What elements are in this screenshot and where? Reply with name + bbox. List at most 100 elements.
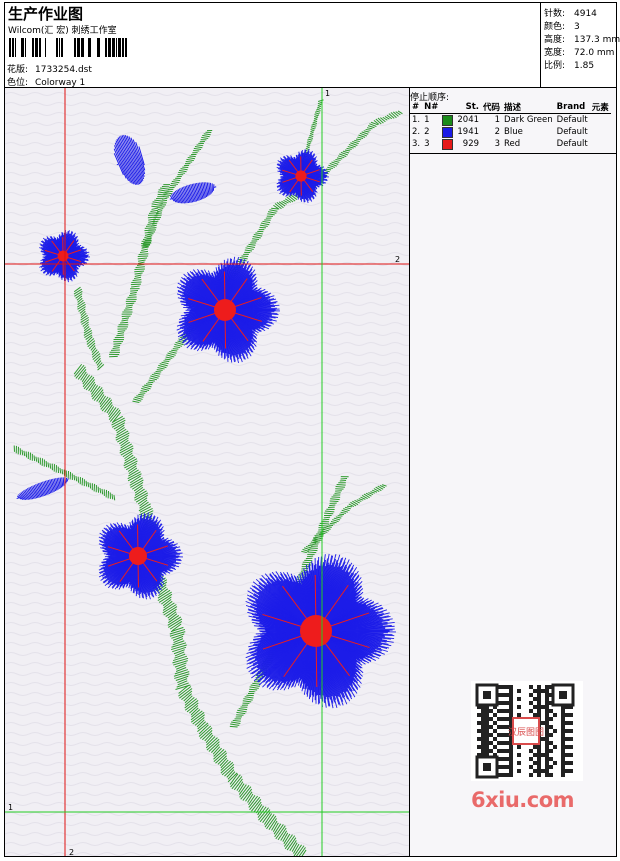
- stem-stitch: [339, 513, 345, 516]
- row-index: 2.: [412, 127, 421, 137]
- stat-height-label: 高度:: [544, 35, 566, 45]
- stat-width-value: 72.0 mm: [574, 48, 615, 58]
- stem-stitch: [113, 343, 122, 345]
- row-stitches: 2041: [457, 115, 480, 125]
- stem-stitch: [130, 283, 141, 286]
- row-element: [590, 126, 611, 138]
- col-description: 描述: [502, 101, 555, 114]
- stem-stitch: [141, 242, 152, 245]
- stem-stitch: [185, 160, 193, 163]
- row-brand: Default: [556, 139, 588, 149]
- guide-label-right: 2: [395, 255, 401, 264]
- stem-stitch: [139, 392, 146, 394]
- stem-stitch: [111, 493, 114, 500]
- stem-stitch: [138, 253, 149, 255]
- row-description: Red: [504, 139, 521, 149]
- col-needle: N#: [422, 101, 441, 114]
- stem-stitch: [324, 512, 334, 515]
- row-needle: 2: [424, 127, 430, 137]
- row-index: 3.: [412, 139, 421, 149]
- guide-label-bottom: 2: [69, 848, 75, 857]
- table-row: 1. 1 2041 1 Dark Green Default: [410, 114, 611, 127]
- seal-text: 汉辰图图: [508, 727, 544, 738]
- stat-height-value: 137.3 mm: [574, 35, 620, 45]
- col-element: 元素: [589, 101, 611, 114]
- stat-height: 高度: 137.3 mm: [544, 32, 620, 45]
- color-swatch: [442, 114, 454, 126]
- stop-sequence-divider: [410, 153, 616, 154]
- stop-sequence-table: # N# St. 代码 描述 Brand 元素 1. 1 2041 1 Dark…: [410, 101, 611, 150]
- design-file-label: 花版:: [7, 65, 29, 75]
- blossom-center: [214, 299, 236, 321]
- stem-stitch: [252, 682, 261, 685]
- stem-stitch: [329, 522, 335, 525]
- row-stitches: 929: [462, 139, 480, 149]
- row-stitches: 1941: [457, 127, 480, 137]
- stem-stitch: [73, 474, 76, 481]
- stat-stitches-value: 4914: [574, 9, 597, 19]
- stem-stitch: [307, 551, 317, 554]
- row-description: Dark Green: [504, 115, 553, 125]
- row-code: 3: [494, 139, 501, 149]
- table-row: 3. 3 929 3 Red Default: [410, 138, 611, 150]
- watermark-logo: 6xiu.com: [471, 788, 575, 812]
- stat-scale-value: 1.85: [574, 61, 595, 71]
- stem-stitch: [337, 515, 343, 517]
- blossom-center: [57, 250, 69, 262]
- stem-stitch: [138, 393, 145, 396]
- color-swatch: [442, 126, 454, 138]
- blossom-center: [300, 615, 332, 647]
- stem-stitch: [166, 190, 173, 193]
- stem-stitch: [85, 480, 88, 487]
- col-code: 代码: [481, 101, 503, 114]
- row-swatch: [440, 114, 455, 127]
- row-needle: 3: [424, 139, 430, 149]
- row-description: Blue: [504, 127, 523, 137]
- design-file-line: 花版: 1733254.dst: [7, 62, 92, 75]
- qr-code-watermark: 汉辰图图: [471, 681, 583, 781]
- row-element: [590, 138, 611, 150]
- stats-panel: 针数: 4914 颜色: 3 高度: 137.3 mm 宽度: 72.0 mm 比例: 1…: [540, 3, 620, 87]
- stem-stitch: [131, 281, 142, 283]
- stem-stitch: [336, 484, 346, 486]
- stat-width: 宽度: 72.0 mm: [544, 45, 614, 58]
- barcode: [9, 38, 127, 57]
- row-brand: Default: [556, 127, 588, 137]
- stem-stitch: [33, 455, 36, 462]
- guide-label-top: 1: [325, 89, 331, 98]
- stat-colors-label: 颜色:: [544, 22, 566, 32]
- stat-width-label: 宽度:: [544, 48, 566, 58]
- col-index: #: [410, 101, 423, 114]
- guide-label-left: 1: [8, 803, 14, 812]
- stem-stitch: [329, 504, 336, 507]
- stem-stitch: [125, 302, 135, 305]
- col-brand: Brand: [554, 101, 590, 114]
- stem-stitch: [155, 371, 162, 373]
- stem-stitch: [144, 239, 152, 242]
- col-stitches: St.: [455, 101, 482, 114]
- stem-stitch: [346, 505, 353, 508]
- stem-stitch: [339, 479, 347, 482]
- stem-stitch: [130, 289, 139, 292]
- blossom-center: [129, 547, 147, 565]
- row-index: 1.: [412, 115, 421, 125]
- stem-stitch: [229, 725, 238, 728]
- worksheet-title: 生产作业图: [8, 5, 84, 23]
- stem-stitch: [259, 226, 266, 229]
- row-swatch: [440, 126, 455, 138]
- fabric-texture: [5, 88, 409, 856]
- stem-stitch: [37, 457, 40, 464]
- blossom-center: [295, 170, 307, 182]
- row-element: [590, 114, 611, 127]
- studio-name: Wilcom(汇 宏) 刺绣工作室: [8, 26, 117, 36]
- stat-scale: 比例: 1.85: [544, 58, 594, 71]
- stem-stitch: [189, 155, 196, 158]
- stem-stitch: [334, 492, 341, 494]
- stem-stitch: [162, 195, 170, 198]
- stem-stitch: [323, 516, 331, 519]
- stem-stitch: [101, 488, 104, 495]
- stem-stitch: [317, 531, 324, 533]
- stat-stitches-label: 针数:: [544, 9, 566, 19]
- production-worksheet: 生产作业图 Wilcom(汇 宏) 刺绣工作室 花版: 1733254.dst 色…: [0, 0, 620, 861]
- stem-stitch: [89, 482, 92, 489]
